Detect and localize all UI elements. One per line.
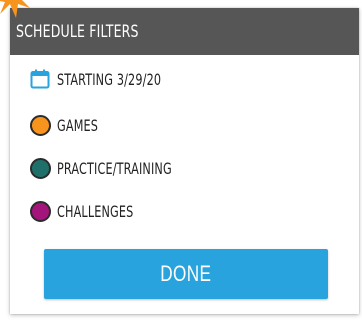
done-button-label: DONE <box>160 261 212 286</box>
filter-item-label: GAMES <box>57 115 99 135</box>
calendar-icon <box>30 69 50 89</box>
filter-item-label: PRACTICE/TRAINING <box>57 158 172 178</box>
filter-item-practice-training[interactable]: PRACTICE/TRAINING <box>30 155 204 181</box>
schedule-filters-panel: SCHEDULE FILTERS STARTING 3/29/20 GAMES … <box>10 8 359 314</box>
screen: SCHEDULE FILTERS STARTING 3/29/20 GAMES … <box>0 0 362 322</box>
filter-item-games[interactable]: GAMES <box>30 112 110 138</box>
done-button[interactable]: DONE <box>44 249 328 299</box>
panel-title: SCHEDULE FILTERS <box>16 21 139 42</box>
practice-circle-icon <box>30 157 51 179</box>
panel-header: SCHEDULE FILTERS <box>10 8 359 55</box>
games-circle-icon <box>30 114 51 136</box>
starburst-icon <box>0 0 30 18</box>
filter-item-challenges[interactable]: CHALLENGES <box>30 198 155 224</box>
challenges-circle-icon <box>30 200 51 222</box>
filter-item-label: CHALLENGES <box>57 201 134 221</box>
start-date-filter[interactable]: STARTING 3/29/20 <box>30 66 191 92</box>
start-date-label: STARTING 3/29/20 <box>57 69 162 89</box>
